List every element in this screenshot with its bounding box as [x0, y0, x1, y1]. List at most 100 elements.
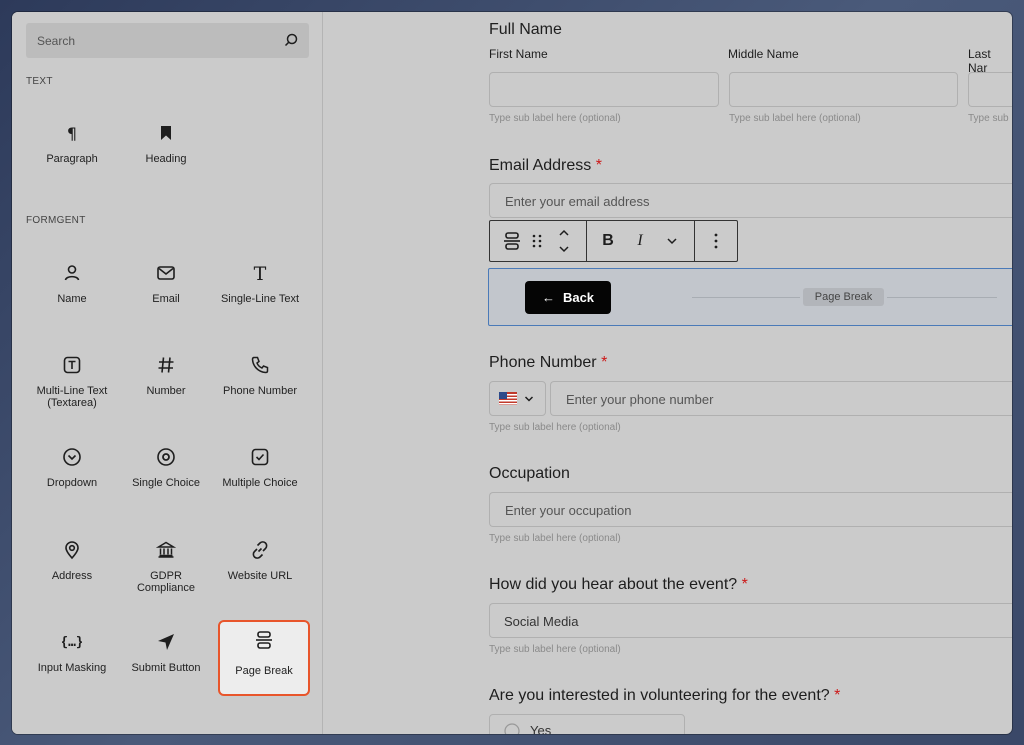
chevron-down-icon: [667, 238, 677, 245]
block-multi-line-text[interactable]: Multi-Line Text (Textarea): [26, 345, 118, 421]
block-multiple-choice[interactable]: Multiple Choice: [214, 437, 306, 513]
block-label: Phone Number: [223, 385, 297, 397]
block-label: Submit Button: [131, 662, 201, 674]
options-button[interactable]: [706, 231, 726, 251]
hear-about-input[interactable]: Social Media: [489, 603, 1012, 638]
block-phone-number[interactable]: Phone Number: [214, 345, 306, 421]
svg-text:¶: ¶: [67, 124, 77, 143]
volunteer-yes-option[interactable]: Yes: [489, 714, 685, 734]
country-code-select[interactable]: [489, 381, 546, 416]
radio-button[interactable]: [504, 723, 520, 734]
search-icon: [284, 33, 298, 47]
arrow-left-icon: ←: [541, 290, 555, 305]
volunteer-label-text: Are you interested in volunteering for t…: [489, 687, 830, 704]
block-heading[interactable]: Heading: [120, 113, 212, 189]
block-label: Name: [57, 293, 87, 305]
user-icon: [64, 265, 80, 281]
block-name[interactable]: Name: [26, 253, 118, 329]
page-break-icon: [504, 232, 520, 250]
block-submit-button[interactable]: Submit Button: [120, 622, 212, 698]
chevron-up-down-icon: [559, 229, 569, 253]
block-label: Input Masking: [37, 662, 107, 674]
page-break-tag: Page Break: [803, 288, 884, 306]
block-input-masking[interactable]: {…} Input Masking: [26, 622, 118, 698]
middle-name-label: Middle Name: [728, 47, 799, 61]
bank-icon: [156, 541, 176, 558]
more-formats-button[interactable]: [662, 231, 682, 251]
block-single-line-text[interactable]: T Single-Line Text: [214, 253, 306, 329]
section-label-text: TEXT: [26, 76, 53, 87]
radio-icon: [157, 448, 175, 466]
block-label: Heading: [145, 153, 187, 165]
occupation-input[interactable]: Enter your occupation: [489, 492, 1012, 527]
volunteer-label: Are you interested in volunteering for t…: [489, 687, 840, 705]
required-marker: *: [741, 576, 748, 593]
search-placeholder: Search: [37, 34, 76, 48]
last-name-input[interactable]: [968, 72, 1012, 107]
email-label: Email Address *: [489, 157, 602, 175]
phone-label: Phone Number *: [489, 354, 607, 372]
back-button[interactable]: ← Back: [525, 281, 611, 314]
svg-text:T: T: [254, 263, 267, 283]
toolbar-divider: [694, 221, 695, 261]
hear-about-value: Social Media: [504, 614, 579, 629]
section-label-formgent: FORMGENT: [26, 215, 86, 226]
move-up-down-buttons[interactable]: [554, 227, 574, 255]
block-label: Number: [146, 385, 186, 397]
block-page-break[interactable]: Page Break: [218, 620, 310, 696]
drag-handle[interactable]: [528, 231, 546, 251]
send-icon: [158, 634, 174, 650]
block-gdpr-compliance[interactable]: GDPR Compliance: [120, 530, 212, 606]
block-label: GDPR Compliance: [136, 570, 196, 594]
hash-icon: [158, 357, 174, 373]
block-website-url[interactable]: Website URL: [214, 530, 306, 606]
middle-name-input[interactable]: [729, 72, 958, 107]
toolbar-divider: [586, 221, 587, 261]
block-single-choice[interactable]: Single Choice: [120, 437, 212, 513]
link-icon: [252, 541, 268, 559]
block-address[interactable]: Address: [26, 530, 118, 606]
block-label: Page Break: [235, 665, 293, 677]
hear-about-label: How did you hear about the event? *: [489, 576, 748, 594]
svg-text:{…}: {…}: [62, 635, 82, 650]
drag-handle-icon: [532, 234, 542, 248]
block-label: Multiple Choice: [222, 477, 298, 489]
page-break-block[interactable]: ← Back Page Break: [488, 268, 1012, 326]
us-flag-icon: [499, 392, 517, 405]
required-marker: *: [601, 354, 608, 371]
circle-chevron-icon: [63, 448, 81, 466]
phone-input[interactable]: Enter your phone number: [550, 381, 1012, 416]
italic-button[interactable]: I: [630, 231, 650, 251]
text-t-icon: T: [254, 263, 267, 283]
first-name-hint: Type sub label here (optional): [489, 113, 621, 124]
last-name-hint: Type sub: [968, 113, 1009, 124]
italic-icon: I: [637, 232, 643, 249]
form-canvas: Full Name First Name Middle Name Last Na…: [324, 12, 1012, 734]
block-label: Address: [51, 570, 93, 582]
block-dropdown[interactable]: Dropdown: [26, 437, 118, 513]
email-placeholder: Enter your email address: [505, 194, 650, 209]
hear-about-hint: Type sub label here (optional): [489, 644, 621, 655]
block-email[interactable]: Email: [120, 253, 212, 329]
block-label: Dropdown: [46, 477, 98, 489]
phone-placeholder: Enter your phone number: [566, 392, 714, 407]
text-box-icon: [63, 356, 81, 374]
phone-icon: [251, 356, 269, 374]
hear-about-label-text: How did you hear about the event?: [489, 576, 738, 593]
editor-window: Search TEXT ¶ Paragraph Heading FORMGENT: [12, 12, 1012, 734]
block-paragraph[interactable]: ¶ Paragraph: [26, 113, 118, 189]
block-number[interactable]: Number: [120, 345, 212, 421]
search-input[interactable]: Search: [26, 23, 309, 58]
bold-button[interactable]: B: [598, 231, 618, 251]
page-break-line: [887, 297, 997, 298]
bold-icon: B: [602, 232, 614, 249]
required-marker: *: [834, 687, 841, 704]
bookmark-icon: [161, 126, 171, 140]
phone-label-text: Phone Number: [489, 354, 597, 371]
email-input[interactable]: Enter your email address: [489, 183, 1012, 218]
occupation-placeholder: Enter your occupation: [505, 503, 632, 518]
map-pin-icon: [65, 541, 79, 560]
first-name-input[interactable]: [489, 72, 719, 107]
page-break-block-button[interactable]: [500, 231, 524, 251]
chevron-down-icon: [524, 396, 534, 402]
